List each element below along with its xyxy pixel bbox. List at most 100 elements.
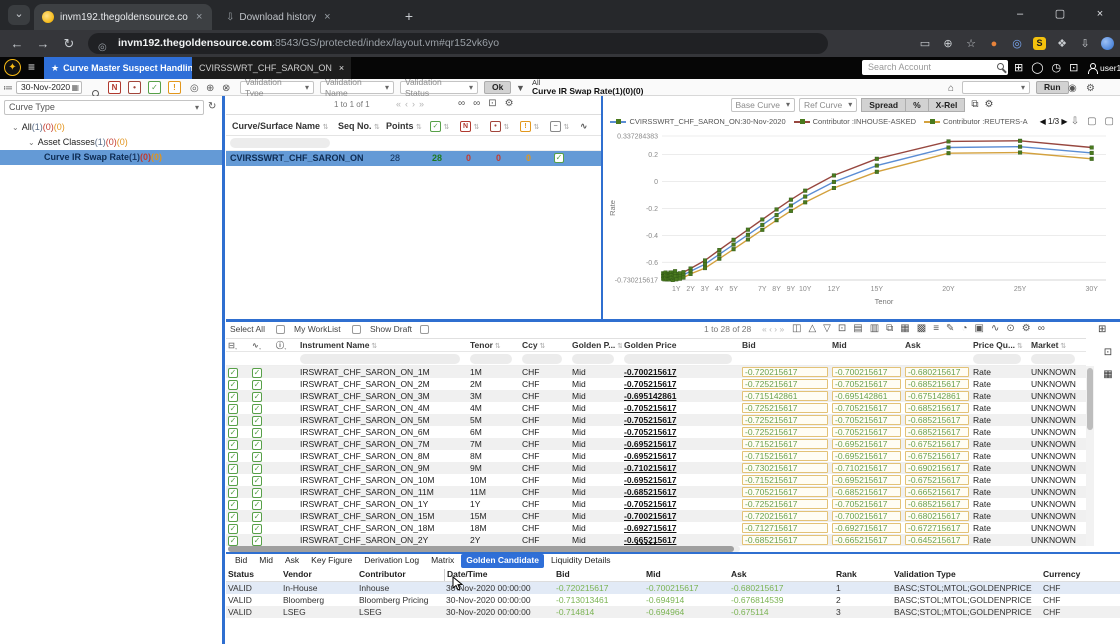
sort-icon[interactable]: ⇅	[369, 343, 377, 350]
thumbs-up-icon[interactable]: △	[808, 323, 816, 334]
instrument-row[interactable]: ✓ ✓ IRSWRAT_CHF_SARON_ON_10M 10M CHF Mid -0.69…	[226, 474, 1086, 486]
instrument-row[interactable]: ✓ ✓ IRSWRAT_CHF_SARON_ON_6M 6M CHF Mid -0.7052…	[226, 426, 1086, 438]
row-select-checkbox[interactable]: ✓	[226, 510, 250, 522]
extension-orange-icon[interactable]: ●	[987, 35, 1001, 53]
row-worklist-checkbox[interactable]: ✓	[250, 510, 274, 522]
instrument-row[interactable]: ✓ ✓ IRSWRAT_CHF_SARON_ON_15M 15M CHF Mid -0.70…	[226, 510, 1086, 522]
tree-item-curve-ir-swap-rate[interactable]: Curve IR Swap Rate(1)(0)(0)	[0, 150, 222, 165]
row-select-checkbox[interactable]: ✓	[226, 366, 250, 378]
next-icon[interactable]: ▶	[1061, 117, 1067, 126]
checkbox-checked-icon[interactable]: ✓	[252, 463, 262, 474]
checkbox-checked-icon[interactable]: ✓	[252, 379, 262, 390]
sort-icon[interactable]: ⇅	[1058, 343, 1066, 350]
row-select-checkbox[interactable]: ✓	[226, 438, 250, 450]
row-select-checkbox[interactable]: ✓	[226, 426, 250, 438]
row-select-checkbox[interactable]: ✓	[226, 414, 250, 426]
new-tab-button[interactable]: +	[398, 6, 420, 26]
detail-tab-derivation-log[interactable]: Derivation Log	[359, 554, 424, 568]
external-link-icon[interactable]: ⧉	[971, 98, 978, 113]
window2-icon[interactable]: ▢	[1105, 116, 1114, 127]
filter-input[interactable]	[298, 352, 468, 365]
percent-button[interactable]: %	[906, 98, 929, 112]
profile-globe-icon[interactable]	[1101, 37, 1114, 50]
row-select-checkbox[interactable]: ✓	[226, 522, 250, 534]
filter-funnel-icon[interactable]: ▼	[516, 81, 525, 96]
clock-icon[interactable]: ◔	[961, 323, 967, 334]
checkbox-checked-icon[interactable]: ✓	[252, 523, 262, 534]
legend-item[interactable]: Contributor :REUTERS-A	[924, 117, 1028, 126]
row-worklist-checkbox[interactable]: ✓	[250, 474, 274, 486]
hamburger-menu-icon[interactable]: ≡	[28, 60, 35, 74]
filter-input[interactable]	[520, 352, 570, 365]
header-select-icon[interactable]: ⊟˯	[226, 339, 250, 351]
link-icon[interactable]: ∞	[1038, 323, 1045, 334]
panel-settings-icon[interactable]: ⊞	[1098, 324, 1106, 335]
book-icon[interactable]: ▤	[853, 323, 862, 334]
search-account-input[interactable]: Search Account	[862, 60, 1008, 75]
pager-nav[interactable]: «‹ ›»	[394, 99, 426, 109]
browser-tab-downloads[interactable]: ⇩ Download history ×	[218, 4, 390, 30]
edit-box-icon[interactable]: ⊡	[838, 323, 846, 334]
col-currency[interactable]: Currency	[1041, 569, 1109, 581]
col-new-icon[interactable]: N ⇅	[460, 115, 479, 137]
sort-icon[interactable]: ⇅	[538, 343, 546, 350]
checkbox-checked-icon[interactable]: ✓	[252, 403, 262, 414]
back-icon[interactable]: ←	[4, 36, 30, 51]
checkbox-checked-icon[interactable]: ✓	[228, 487, 238, 498]
col-bid[interactable]: Bid	[554, 569, 644, 581]
grid-icon[interactable]: ▩	[917, 323, 926, 334]
checkbox-checked-icon[interactable]: ✓	[228, 391, 238, 402]
table-icon[interactable]: ▦	[900, 323, 909, 334]
instrument-row[interactable]: ✓ ✓ IRSWRAT_CHF_SARON_ON_18M 18M CHF Mid -0.69…	[226, 522, 1086, 534]
checkbox-checked-icon[interactable]: ✓	[252, 391, 262, 402]
col-instrument-name[interactable]: Instrument Name ⇅	[298, 339, 468, 351]
filter-input[interactable]	[1029, 352, 1083, 365]
instrument-row[interactable]: ✓ ✓ IRSWRAT_CHF_SARON_ON_8M 8M CHF Mid -0.6952…	[226, 450, 1086, 462]
row-select-checkbox[interactable]: ✓	[226, 498, 250, 510]
candidate-row[interactable]: VALID In-House Inhouse 30-Nov-2020 00:00:00…	[226, 582, 1120, 594]
row-select-checkbox[interactable]: ✓	[226, 378, 250, 390]
col-validation-type[interactable]: Validation Type	[892, 569, 1041, 581]
col-vendor[interactable]: Vendor	[281, 569, 357, 581]
col-price-qu-[interactable]: Price Qu... ⇅	[971, 339, 1029, 351]
col-valid-icon[interactable]: ✓ ⇅	[430, 115, 449, 137]
col-golden-p-[interactable]: Golden P... ⇅	[570, 339, 622, 351]
approved-check-icon[interactable]: ✓	[554, 153, 564, 163]
bank-icon[interactable]: ⌂	[948, 81, 954, 96]
checkbox-checked-icon[interactable]: ✓	[228, 439, 238, 450]
col-tenor[interactable]: Tenor ⇅	[468, 339, 520, 351]
checkbox-checked-icon[interactable]: ✓	[228, 427, 238, 438]
row-worklist-checkbox[interactable]: ✓	[250, 498, 274, 510]
checkbox-checked-icon[interactable]: ✓	[252, 487, 262, 498]
row-worklist-checkbox[interactable]: ✓	[250, 486, 274, 498]
filter-input[interactable]	[622, 352, 740, 365]
filter-box[interactable]	[300, 354, 460, 364]
filter-input[interactable]	[740, 352, 830, 365]
checkbox-checked-icon[interactable]: ✓	[228, 367, 238, 378]
row-worklist-checkbox[interactable]: ✓	[250, 450, 274, 462]
filter-input[interactable]	[903, 352, 971, 365]
checkbox-checked-icon[interactable]: ✓	[228, 379, 238, 390]
col-ask[interactable]: Ask	[903, 339, 971, 351]
row-select-checkbox[interactable]: ✓	[226, 402, 250, 414]
sort-icon[interactable]: ⇅	[1015, 343, 1023, 350]
row-select-checkbox[interactable]: ✓	[226, 486, 250, 498]
gear-icon[interactable]: ⚙	[505, 98, 514, 109]
checkbox-checked-icon[interactable]: ✓	[228, 463, 238, 474]
plus-circle-icon[interactable]: ⊕	[206, 81, 214, 96]
reload-icon[interactable]: ↻	[56, 36, 82, 52]
tab-close-icon[interactable]: ×	[324, 11, 330, 23]
ok-button[interactable]: Ok	[484, 81, 512, 94]
curve-type-select[interactable]: Curve Type ▾	[4, 100, 204, 115]
spread-button[interactable]: Spread	[861, 98, 907, 112]
vertical-splitter[interactable]	[222, 96, 225, 644]
select-all-checkbox[interactable]	[276, 325, 285, 334]
column-picker-icon[interactable]: ⊡	[488, 98, 496, 109]
image-icon[interactable]: ▣	[974, 323, 983, 334]
user-menu[interactable]: user10	[1087, 60, 1120, 76]
row-worklist-checkbox[interactable]: ✓	[250, 438, 274, 450]
col-ccy[interactable]: Ccy ⇅	[520, 339, 570, 351]
vertical-scrollbar[interactable]	[1086, 366, 1094, 546]
filter-input[interactable]	[971, 352, 1029, 365]
horizontal-scrollbar[interactable]	[228, 546, 740, 552]
